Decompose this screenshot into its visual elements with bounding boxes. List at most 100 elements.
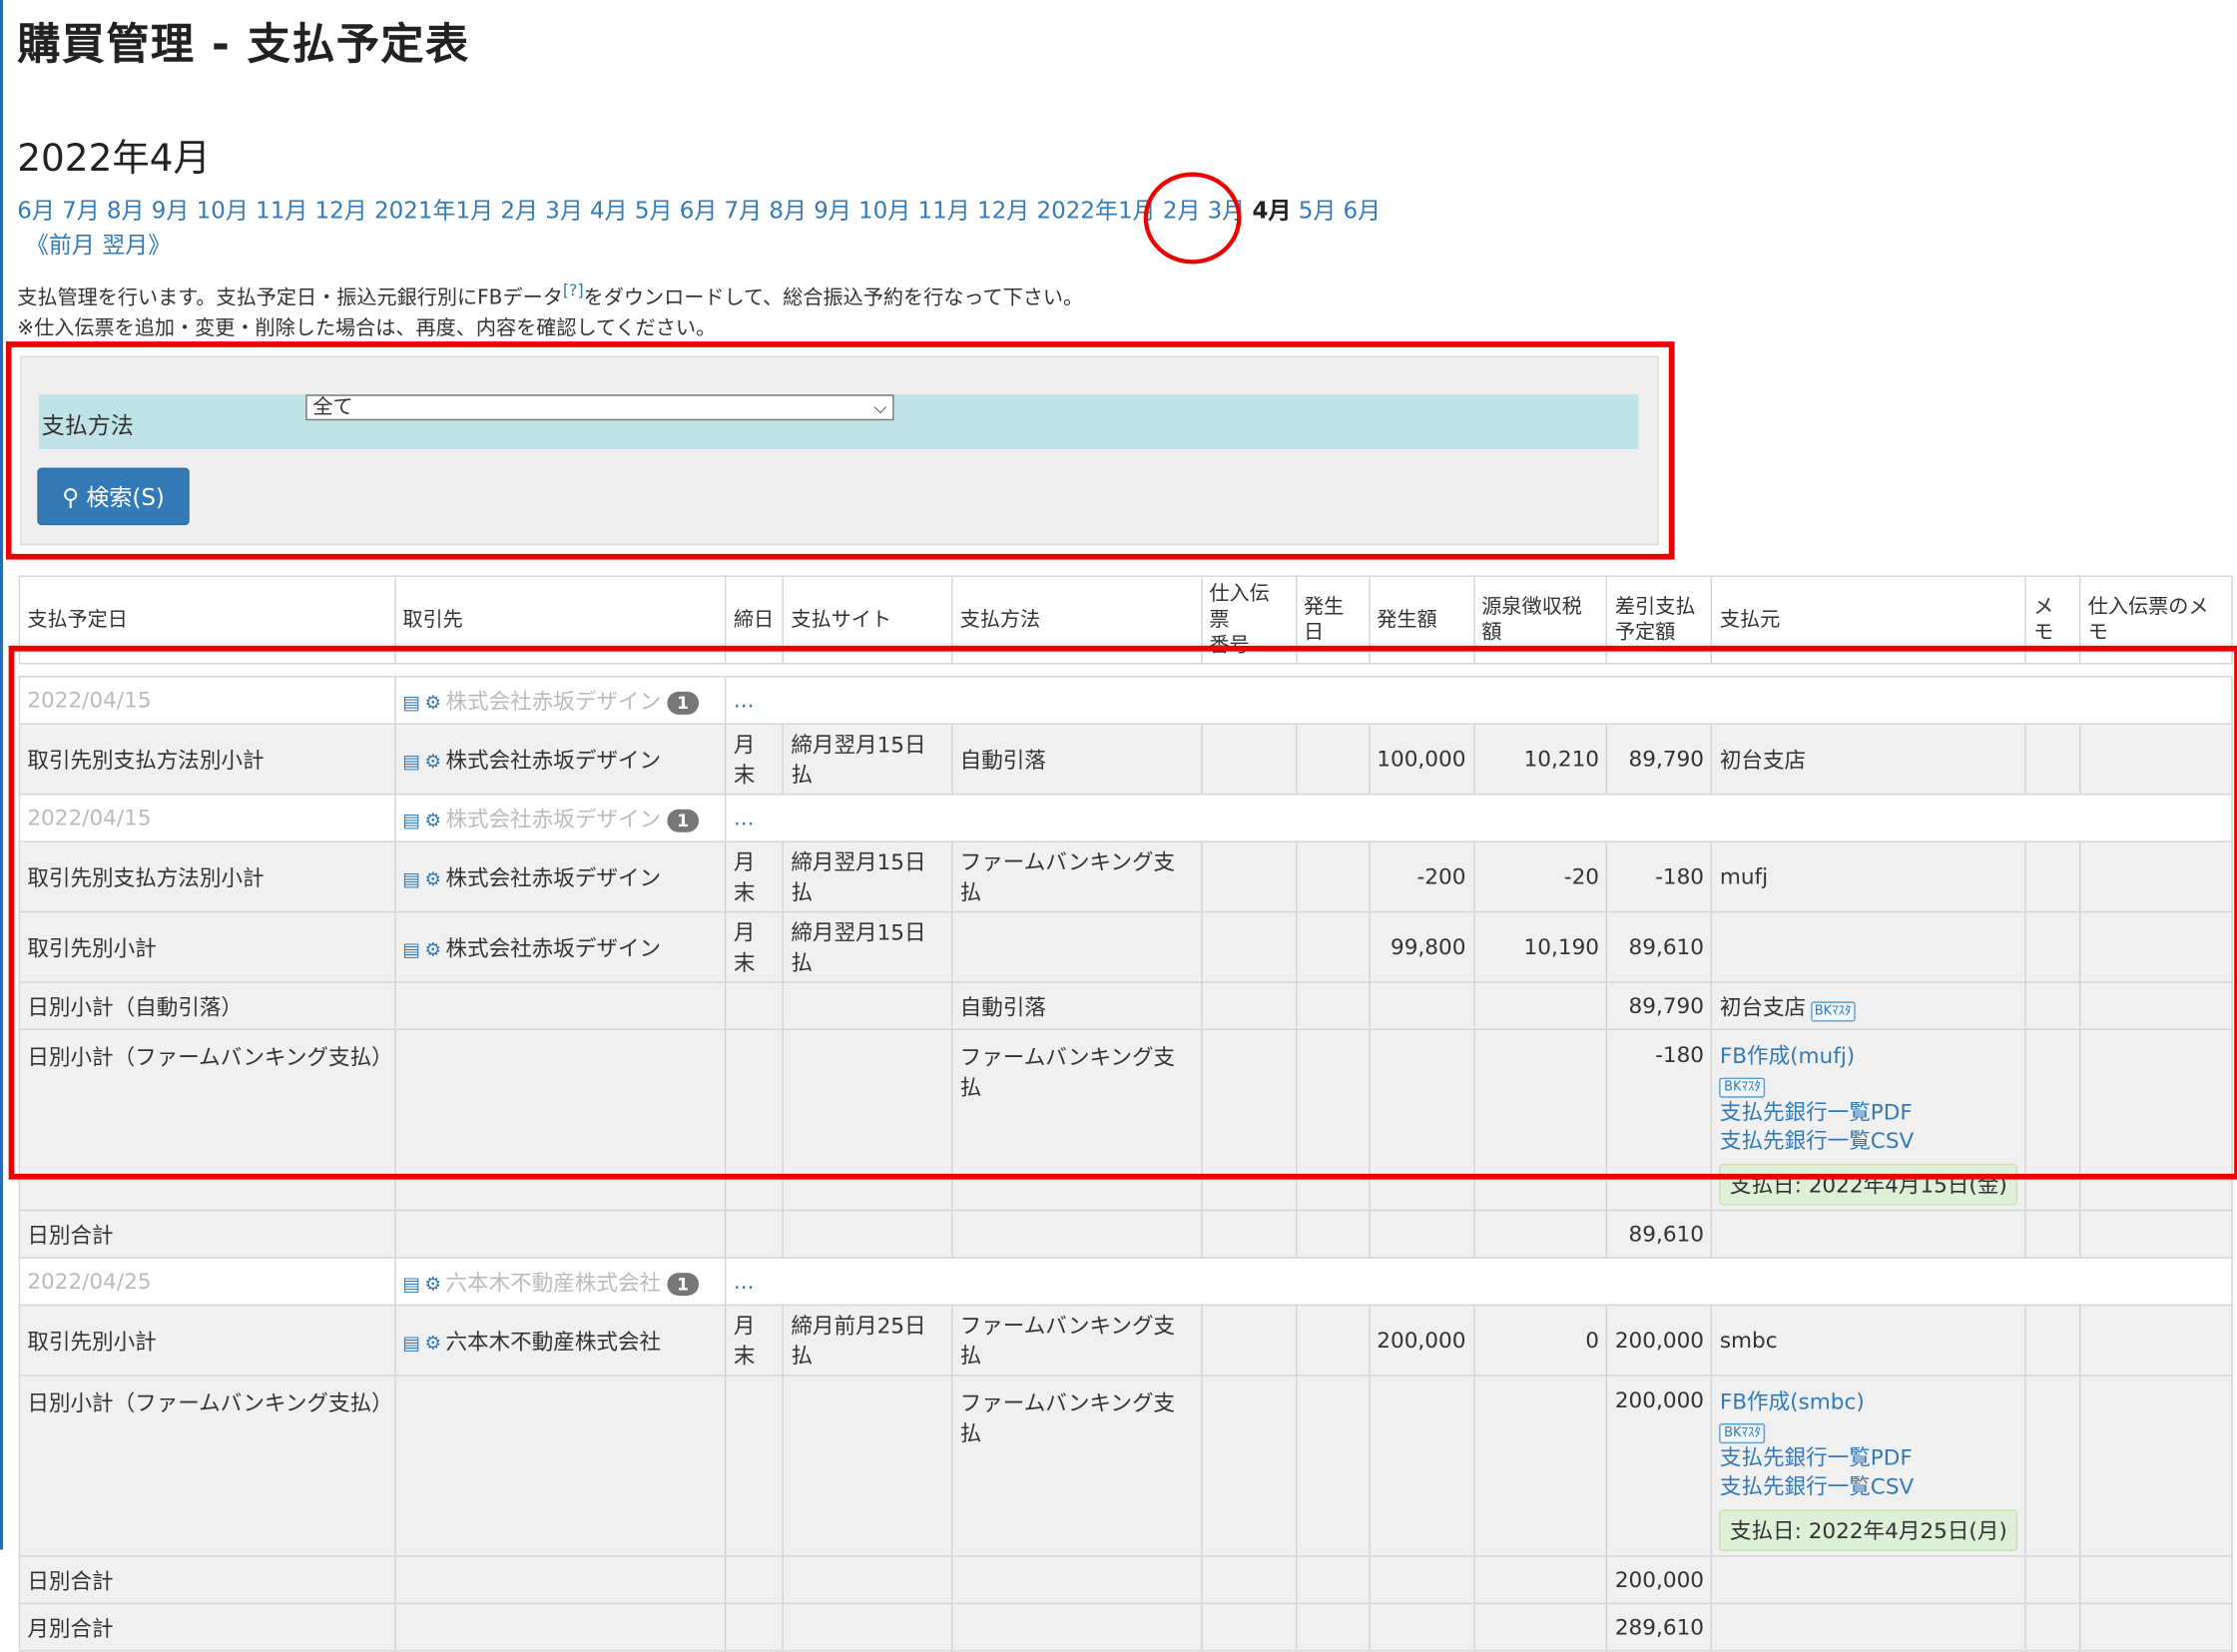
expand-link[interactable]: ... (734, 805, 755, 830)
month-link[interactable]: 2022年1月 (1036, 197, 1155, 224)
bank-list-csv-link[interactable]: 支払先銀行一覧CSV (1720, 1126, 2018, 1155)
annotation-circle (1143, 172, 1242, 265)
empty-cell (1295, 1209, 1371, 1259)
bk-master-link[interactable]: BKﾏｽﾀ (1719, 1077, 1766, 1098)
fb-create-link[interactable]: FB作成(mufj) (1720, 1042, 2018, 1071)
source-cell: FB作成(mufj) BKﾏｽﾀ 支払先銀行一覧PDF 支払先銀行一覧CSV 支… (1711, 1028, 2026, 1212)
empty-cell (1200, 723, 1297, 796)
month-link[interactable]: 11月 (918, 197, 970, 224)
site-cell: 締月前月25日払 (782, 1304, 953, 1377)
prev-month-link[interactable]: 前月 (49, 231, 95, 258)
book-icon[interactable]: ▤ (402, 939, 420, 961)
bank-list-pdf-link[interactable]: 支払先銀行一覧PDF (1720, 1098, 2018, 1127)
empty-cell (1295, 1555, 1371, 1605)
prevnext-open: 《 (25, 231, 49, 259)
expand-link[interactable]: ... (734, 1269, 755, 1295)
month-link[interactable]: 10月 (197, 197, 249, 224)
month-link[interactable]: 10月 (858, 197, 910, 224)
net-cell: 89,790 (1606, 723, 1713, 796)
empty-cell (1295, 723, 1371, 796)
net-cell: 200,000 (1606, 1304, 1713, 1377)
source-cell: 初台支店 BKﾏｽﾀ (1711, 981, 2026, 1031)
month-link[interactable]: 4月 (590, 197, 628, 224)
month-link[interactable]: 7月 (725, 197, 763, 224)
empty-cell (2024, 1375, 2081, 1557)
bk-master-link[interactable]: BKﾏｽﾀ (1810, 1000, 1856, 1021)
empty-cell (1200, 910, 1297, 983)
source-name: 初台支店 (1719, 993, 1807, 1020)
month-link[interactable]: 2021年1月 (374, 197, 493, 224)
bank-list-csv-link[interactable]: 支払先銀行一覧CSV (1720, 1472, 2018, 1501)
gear-icon[interactable]: ⚙ (424, 868, 441, 890)
empty-cell (2024, 1028, 2081, 1212)
vendor-name: 株式会社赤坂デザイン (445, 864, 662, 890)
vendor-cell: ▤ ⚙ 六本木不動産株式会社 1 (393, 1257, 727, 1307)
empty-cell (782, 1555, 953, 1605)
col-header[interactable]: 取引先 (393, 575, 727, 665)
more-cell: ... (725, 1257, 2233, 1307)
book-icon[interactable]: ▤ (402, 810, 420, 831)
gear-icon[interactable]: ⚙ (424, 939, 441, 961)
vendor-cell: ▤ ⚙ 株式会社赤坂デザイン (393, 840, 727, 913)
bk-master-link[interactable]: BKﾏｽﾀ (1719, 1423, 1766, 1444)
tax-cell: 0 (1472, 1304, 1608, 1377)
month-link[interactable]: 11月 (256, 197, 307, 224)
month-link[interactable]: 8月 (769, 197, 807, 224)
table-row[interactable]: 2022/04/15 ▤ ⚙ 株式会社赤坂デザイン 1 ... (18, 793, 2233, 842)
book-icon[interactable]: ▤ (402, 868, 420, 890)
month-link[interactable]: 5月 (1299, 197, 1337, 224)
month-link[interactable]: 5月 (635, 197, 673, 224)
row-label: 取引先別小計 (18, 1304, 396, 1377)
empty-cell (1711, 1602, 2026, 1652)
row-label: 日別合計 (18, 1555, 396, 1605)
annotation-box-search (5, 341, 1675, 560)
month-link[interactable]: 7月 (62, 197, 100, 224)
bank-list-pdf-link[interactable]: 支払先銀行一覧PDF (1720, 1443, 2018, 1472)
month-link[interactable]: 2月 (500, 197, 538, 224)
month-link[interactable]: 6月 (17, 197, 55, 224)
empty-cell (2024, 981, 2081, 1031)
col-header: 仕入伝票 番号 (1200, 575, 1297, 665)
table-row[interactable]: 2022/04/15 ▤ ⚙ 株式会社赤坂デザイン 1 ... (18, 676, 2233, 725)
month-link[interactable]: 6月 (680, 197, 718, 224)
month-link[interactable]: 4月 (1252, 197, 1291, 224)
book-icon[interactable]: ▤ (402, 1274, 420, 1296)
book-icon[interactable]: ▤ (402, 1333, 420, 1355)
next-month-link[interactable]: 翌月 (102, 231, 148, 258)
page-title: 購買管理 - 支払予定表 (17, 20, 470, 71)
book-icon[interactable]: ▤ (402, 752, 420, 774)
empty-cell (1295, 1028, 1371, 1212)
vendor-cell: ▤ ⚙ 六本木不動産株式会社 (393, 1304, 727, 1377)
gear-icon[interactable]: ⚙ (424, 752, 441, 774)
net-cell: 200,000 (1606, 1375, 1713, 1557)
month-link[interactable]: 12月 (977, 197, 1029, 224)
fb-create-link[interactable]: FB作成(smbc) (1720, 1387, 2018, 1416)
expand-link[interactable]: ... (734, 688, 755, 714)
book-icon[interactable]: ▤ (402, 693, 420, 715)
empty-cell (1200, 1602, 1297, 1652)
month-link[interactable]: 3月 (545, 197, 583, 224)
row-label: 日別小計（ファームバンキング支払） (18, 1028, 396, 1212)
empty-cell (393, 1028, 727, 1212)
amount-cell: 99,800 (1368, 910, 1475, 983)
empty-cell (1711, 910, 2026, 983)
col-header: 締日 (725, 575, 785, 665)
amount-cell: 100,000 (1368, 723, 1475, 796)
help-link[interactable]: [?] (563, 281, 584, 300)
net-cell: -180 (1606, 1028, 1713, 1212)
month-link[interactable]: 12月 (315, 197, 367, 224)
vendor-name: 六本木不動産株式会社 (445, 1328, 662, 1355)
month-link[interactable]: 9月 (814, 197, 851, 224)
gear-icon[interactable]: ⚙ (424, 810, 441, 831)
month-link[interactable]: 9月 (152, 197, 190, 224)
table-row[interactable]: 2022/04/25 ▤ ⚙ 六本木不動産株式会社 1 ... (18, 1257, 2233, 1307)
col-header[interactable]: 支払予定日 (18, 575, 396, 665)
gear-icon[interactable]: ⚙ (424, 693, 441, 715)
gear-icon[interactable]: ⚙ (424, 1274, 441, 1296)
empty-cell (2079, 1304, 2233, 1377)
gear-icon[interactable]: ⚙ (424, 1333, 441, 1355)
table-row: 月別合計 289,610 (18, 1602, 2233, 1652)
month-link[interactable]: 8月 (107, 197, 145, 224)
month-link[interactable]: 6月 (1344, 197, 1382, 224)
empty-cell (2079, 910, 2233, 983)
